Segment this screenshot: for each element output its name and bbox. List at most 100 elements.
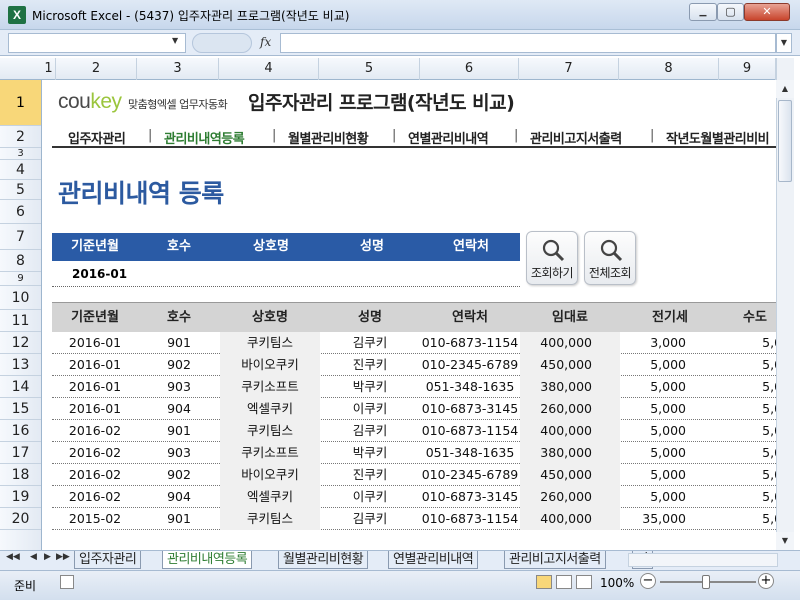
sheet-tab[interactable]: 입주자관리: [74, 551, 142, 569]
table-cell[interactable]: 진쿠키: [320, 354, 420, 376]
table-cell[interactable]: 김쿠키: [320, 332, 420, 354]
row-header-cell[interactable]: 12: [0, 332, 41, 354]
row-header-cell[interactable]: 3: [0, 148, 41, 160]
column-header-cell[interactable]: 7: [519, 58, 619, 80]
row-header-cell[interactable]: 19: [0, 486, 41, 508]
table-cell[interactable]: 김쿠키: [320, 420, 420, 442]
table-cell[interactable]: 엑셀쿠키: [220, 486, 320, 508]
table-cell[interactable]: 2015-02: [52, 508, 138, 530]
row-header-cell[interactable]: 1: [0, 80, 41, 126]
table-cell[interactable]: 010-6873-1154: [420, 332, 520, 354]
row-header-cell[interactable]: 9: [0, 272, 41, 286]
table-cell[interactable]: 5,000: [620, 376, 720, 398]
maximize-button[interactable]: ▢: [717, 3, 744, 21]
table-row[interactable]: 2016-01 901 쿠키팀스 김쿠키 010-6873-1154 400,000 3,0…: [52, 332, 790, 354]
menu-item[interactable]: 연별관리비내역: [408, 128, 489, 147]
excel-app-icon[interactable]: X: [8, 6, 26, 24]
table-cell[interactable]: 010-2345-6789: [420, 464, 520, 486]
table-cell[interactable]: 400,000: [520, 420, 620, 442]
table-cell[interactable]: 5,000: [620, 398, 720, 420]
column-header-cell[interactable]: 3: [137, 58, 219, 80]
table-cell[interactable]: 051-348-1635: [420, 442, 520, 464]
zoom-slider-knob[interactable]: [702, 575, 710, 589]
row-header-cell[interactable]: 13: [0, 354, 41, 376]
table-cell[interactable]: 260,000: [520, 486, 620, 508]
sheet-tab[interactable]: 월별관리비현황: [278, 551, 369, 569]
row-header-cell[interactable]: 10: [0, 286, 41, 310]
filter-values[interactable]: 2016-01: [52, 261, 520, 287]
table-cell[interactable]: 박쿠키: [320, 442, 420, 464]
chevron-down-icon[interactable]: ▼: [172, 36, 178, 45]
row-header-cell[interactable]: 2: [0, 126, 41, 148]
column-header-cell[interactable]: 2: [56, 58, 137, 80]
table-cell[interactable]: 2016-01: [52, 354, 138, 376]
menu-item[interactable]: 월별관리비현황: [288, 128, 369, 147]
table-cell[interactable]: 010-6873-3145: [420, 486, 520, 508]
row-header-cell[interactable]: 15: [0, 398, 41, 420]
table-cell[interactable]: 380,000: [520, 442, 620, 464]
table-cell[interactable]: 5,000: [620, 464, 720, 486]
table-cell[interactable]: 902: [138, 354, 220, 376]
table-row[interactable]: 2016-01 903 쿠키소프트 박쿠키 051-348-1635 380,000 5,0…: [52, 376, 790, 398]
view-all-button[interactable]: 전체조회: [584, 231, 636, 285]
table-cell[interactable]: 2016-02: [52, 486, 138, 508]
table-cell[interactable]: 904: [138, 398, 220, 420]
page-break-view-icon[interactable]: [576, 575, 592, 589]
fx-icon[interactable]: fx: [260, 35, 271, 49]
horizontal-scrollbar[interactable]: [628, 553, 778, 567]
sheet-tab[interactable]: 연별관리비내역: [388, 551, 479, 569]
table-cell[interactable]: 바이오쿠키: [220, 464, 320, 486]
column-header-cell[interactable]: 6: [420, 58, 519, 80]
row-header-cell[interactable]: 16: [0, 420, 41, 442]
table-cell[interactable]: 진쿠키: [320, 464, 420, 486]
table-cell[interactable]: 380,000: [520, 376, 620, 398]
table-row[interactable]: 2016-01 902 바이오쿠키 진쿠키 010-2345-6789 450,000 5,…: [52, 354, 790, 376]
zoom-out-icon[interactable]: −: [640, 573, 656, 589]
menu-item[interactable]: 관리비고지서출력: [530, 128, 622, 147]
table-cell[interactable]: 2016-01: [52, 376, 138, 398]
table-cell[interactable]: 010-6873-1154: [420, 420, 520, 442]
column-header-cell[interactable]: 4: [219, 58, 319, 80]
table-cell[interactable]: 쿠키팀스: [220, 420, 320, 442]
table-row[interactable]: 2016-02 904 엑셀쿠키 이쿠키 010-6873-3145 260,000 5,0…: [52, 486, 790, 508]
table-cell[interactable]: 5,000: [620, 442, 720, 464]
table-cell[interactable]: 5,000: [620, 486, 720, 508]
sheet-tab[interactable]: 관리비고지서출력: [504, 551, 606, 569]
table-row[interactable]: 2016-01 904 엑셀쿠키 이쿠키 010-6873-3145 260,000 5,0…: [52, 398, 790, 420]
table-cell[interactable]: 2016-02: [52, 442, 138, 464]
table-row[interactable]: 2015-02 901 쿠키팀스 김쿠키 010-6873-1154 400,000 35,…: [52, 508, 790, 530]
table-cell[interactable]: 엑셀쿠키: [220, 398, 320, 420]
table-cell[interactable]: 902: [138, 464, 220, 486]
last-sheet-icon[interactable]: ▶▶: [56, 552, 70, 562]
scroll-down-icon[interactable]: ▼: [776, 532, 794, 550]
row-header-cell[interactable]: 7: [0, 224, 41, 250]
sheet-tab[interactable]: 관리비내역등록: [162, 551, 253, 569]
minimize-button[interactable]: ▁: [689, 3, 717, 21]
column-header-cell[interactable]: 9: [719, 58, 776, 80]
row-header-cell[interactable]: 5: [0, 180, 41, 200]
table-cell[interactable]: 쿠키팀스: [220, 508, 320, 530]
table-cell[interactable]: 2016-02: [52, 420, 138, 442]
name-box[interactable]: [8, 33, 186, 53]
menu-item[interactable]: 입주자관리: [68, 128, 126, 147]
table-cell[interactable]: 바이오쿠키: [220, 354, 320, 376]
scroll-up-icon[interactable]: ▲: [776, 80, 794, 98]
table-cell[interactable]: 901: [138, 508, 220, 530]
row-header-cell[interactable]: 6: [0, 200, 41, 224]
close-button[interactable]: ✕: [744, 3, 790, 21]
search-button[interactable]: 조회하기: [526, 231, 578, 285]
table-cell[interactable]: 쿠키팀스: [220, 332, 320, 354]
expand-formula-icon[interactable]: ▼: [776, 33, 792, 53]
row-header-cell[interactable]: 14: [0, 376, 41, 398]
table-cell[interactable]: 2016-01: [52, 398, 138, 420]
vertical-scroll-thumb[interactable]: [778, 100, 792, 182]
zoom-level[interactable]: 100%: [600, 576, 634, 590]
table-cell[interactable]: 쿠키소프트: [220, 442, 320, 464]
formula-input[interactable]: [280, 33, 776, 53]
column-header-cell[interactable]: 8: [619, 58, 719, 80]
table-cell[interactable]: 3,000: [620, 332, 720, 354]
table-cell[interactable]: 2016-01: [52, 332, 138, 354]
row-header-cell[interactable]: 4: [0, 160, 41, 180]
row-header-cell[interactable]: 20: [0, 508, 41, 530]
next-sheet-icon[interactable]: ▶: [44, 552, 51, 562]
